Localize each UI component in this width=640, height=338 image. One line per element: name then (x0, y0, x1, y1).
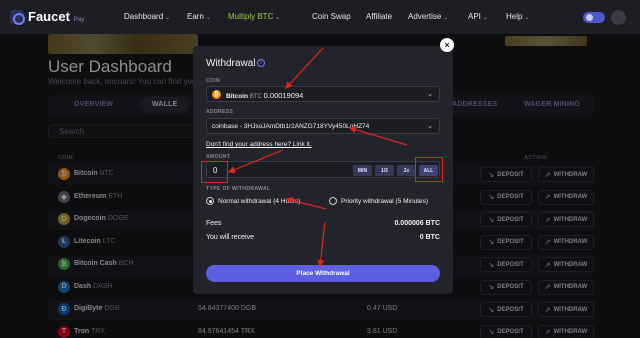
nav-advertise-label: Advertise (408, 12, 442, 21)
amount-label: AMOUNT (206, 154, 231, 160)
nav-multiply-btc[interactable]: Multiply BTC ⌄ (228, 12, 280, 21)
chevron-down-icon: ⌄ (165, 15, 171, 21)
annotation-box-amount (201, 161, 228, 183)
chevron-down-icon: ⌄ (524, 15, 530, 21)
receive-value: 0 BTC (419, 234, 440, 241)
chevron-down-icon: ⌄ (443, 15, 449, 21)
normal-withdrawal-option[interactable]: Normal withdrawal (4 Hours) (206, 197, 300, 205)
radio-selected[interactable] (206, 197, 214, 205)
theme-toggle[interactable] (583, 12, 605, 23)
nav-affiliate[interactable]: Affiliate (366, 12, 392, 21)
nav-earn-label: Earn (187, 12, 204, 21)
close-icon[interactable]: × (440, 38, 454, 52)
logo-icon (10, 9, 25, 25)
fees-label: Fees (206, 220, 222, 227)
priority-withdrawal-option[interactable]: Priority withdrawal (5 Minutes) (329, 197, 428, 205)
half-button[interactable]: 1/2 (375, 165, 394, 176)
nav-coin-swap[interactable]: Coin Swap (312, 12, 351, 21)
top-navbar: Faucet Pay Dashboard ⌄ Earn ⌄ Multiply BTC… (0, 0, 640, 34)
logo-subtext: Pay (73, 16, 85, 23)
bitcoin-icon: ₿ (212, 90, 221, 99)
double-button[interactable]: 2x (397, 165, 416, 176)
address-select-value: coinbase - 3HJsoJAmDtb1r2ANZG718YVy450Lo… (212, 123, 370, 130)
fees-value: 0.000006 BTC (394, 220, 440, 227)
coin-label: COIN (206, 78, 221, 84)
nav-help[interactable]: Help ⌄ (506, 12, 529, 21)
withdrawal-modal: Withdrawal i COIN ₿ Bitcoin BTC 0.000190… (193, 46, 453, 294)
nav-api-label: API (468, 12, 481, 21)
priority-withdrawal-label: Priority withdrawal (5 Minutes) (341, 197, 429, 205)
link-address-link[interactable]: Don't find your address here? Link it. (206, 141, 312, 148)
nav-advertise[interactable]: Advertise ⌄ (408, 12, 448, 21)
chevron-down-icon: ⌄ (205, 15, 211, 21)
info-icon[interactable]: i (257, 59, 265, 67)
receive-label: You will receive (206, 234, 254, 241)
address-select[interactable]: coinbase - 3HJsoJAmDtb1r2ANZG718YVy450Lo… (206, 118, 440, 134)
amount-input[interactable]: 0 MIN 1/2 2x ALL (206, 161, 440, 178)
avatar[interactable] (611, 10, 626, 25)
nav-help-label: Help (506, 12, 523, 21)
nav-dashboard[interactable]: Dashboard ⌄ (124, 12, 170, 21)
chevron-down-icon: ⌄ (275, 15, 281, 21)
min-button[interactable]: MIN (353, 165, 372, 176)
withdrawal-type-label: TYPE OF WITHDRAWAL (206, 186, 271, 192)
normal-withdrawal-label: Normal withdrawal (4 Hours) (218, 197, 301, 205)
annotation-box-all (415, 157, 443, 182)
nav-coin-swap-label: Coin Swap (312, 12, 351, 21)
nav-api[interactable]: API ⌄ (468, 12, 488, 21)
coin-select-ticker: BTC (249, 94, 262, 100)
coin-select[interactable]: ₿ Bitcoin BTC 0.00019094 ⌄ (206, 86, 440, 102)
modal-title: Withdrawal (206, 58, 256, 69)
radio-unselected[interactable] (329, 197, 337, 205)
chevron-down-icon: ⌄ (482, 15, 488, 21)
nav-multiply-btc-label: Multiply BTC (228, 12, 274, 21)
logo-text: Faucet (28, 9, 70, 24)
coin-select-name: Bitcoin (226, 93, 249, 100)
coin-select-value: Bitcoin BTC 0.00019094 (226, 91, 303, 100)
nav-dashboard-label: Dashboard (124, 12, 164, 21)
nav-earn[interactable]: Earn ⌄ (187, 12, 211, 21)
chevron-down-icon: ⌄ (427, 91, 433, 98)
place-withdrawal-button[interactable]: Place Withdrawal (206, 265, 440, 282)
coin-select-balance: 0.00019094 (263, 91, 304, 100)
chevron-down-icon: ⌄ (427, 123, 433, 130)
nav-affiliate-label: Affiliate (366, 12, 393, 21)
site-logo[interactable]: Faucet Pay (10, 9, 85, 25)
address-label: ADDRESS (206, 109, 234, 115)
